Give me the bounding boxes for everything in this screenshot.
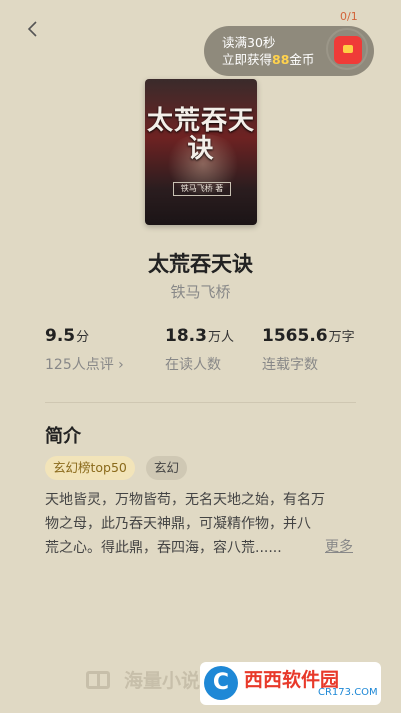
reward-text: 读满30秒 立即获得88金币: [222, 34, 314, 68]
stat-words: 1565.6万字 连载字数: [262, 326, 355, 374]
synopsis: 天地皆灵，万物皆苟，无名天地之始，有名万 物之母，此乃吞天神鼎，可凝精作物，并八…: [45, 488, 363, 560]
words-label: 连载字数: [262, 357, 318, 373]
synopsis-line: 天地皆灵，万物皆苟，无名天地之始，有名万: [45, 492, 325, 508]
red-packet-icon[interactable]: [334, 36, 362, 64]
more-button[interactable]: 更多: [325, 536, 353, 556]
intro-heading: 简介: [45, 426, 81, 447]
back-arrow-icon[interactable]: [22, 18, 44, 40]
readers-label: 在读人数: [165, 357, 221, 373]
bottom-banner[interactable]: 海量小说: [86, 666, 200, 693]
readers-unit: 万人: [207, 330, 234, 345]
synopsis-line: 物之母，此乃吞天神鼎，可凝精作物，并八: [45, 516, 311, 532]
divider: [45, 402, 356, 403]
watermark-c-icon: C: [204, 666, 238, 700]
reward-progress: 0/1: [340, 10, 358, 23]
tag-genre[interactable]: 玄幻: [146, 456, 188, 480]
watermark-logo: C 西西软件园 CR173.COM: [200, 662, 381, 705]
watermark-url: CR173.COM: [318, 687, 378, 698]
synopsis-line: 荒之心。得此鼎，吞四海，容八荒......: [45, 540, 282, 556]
book-author[interactable]: 铁马飞桥: [0, 281, 401, 302]
reward-line2-suffix: 金币: [289, 52, 315, 67]
book-cover[interactable]: 太荒吞天诀 铁马飞桥 著: [145, 79, 257, 225]
bottom-label: 海量小说: [124, 670, 201, 692]
readers-value: 18.3: [165, 326, 207, 346]
book-title: 太荒吞天诀: [148, 252, 253, 276]
stat-readers: 18.3万人 在读人数: [165, 326, 234, 374]
tag-ranking[interactable]: 玄幻榜top50: [45, 456, 135, 480]
reward-coin-amount: 88: [272, 52, 290, 67]
book-icon: [86, 671, 110, 689]
words-value: 1565.6: [262, 326, 328, 346]
rating-unit: 分: [76, 330, 90, 345]
reward-line1: 读满30秒: [222, 35, 276, 50]
cover-author: 铁马飞桥 著: [173, 182, 231, 196]
rating-value: 9.5: [45, 326, 76, 346]
cover-title: 太荒吞天诀: [146, 106, 255, 164]
words-unit: 万字: [328, 330, 355, 345]
reward-line2-prefix: 立即获得: [222, 52, 273, 67]
stat-rating[interactable]: 9.5分 125人点评 ›: [45, 326, 124, 374]
rating-label: 125人点评 ›: [45, 357, 124, 373]
